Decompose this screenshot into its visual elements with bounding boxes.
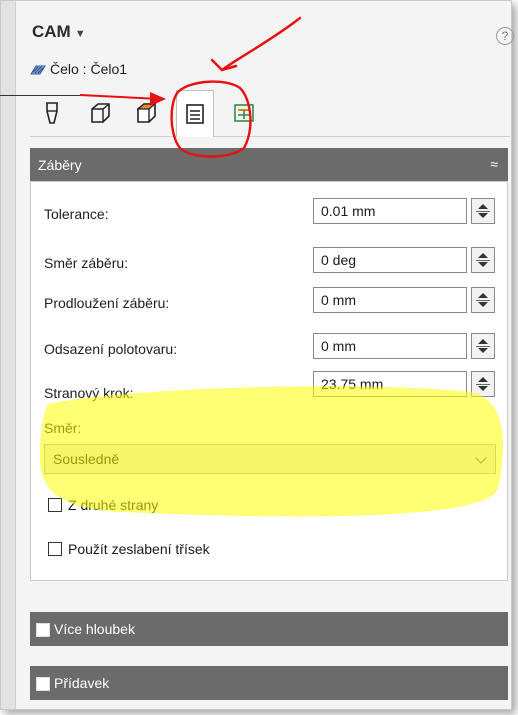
section-multiple-depths[interactable]: Více hloubek [30, 612, 508, 646]
cam-menu[interactable]: CAM ▼ [32, 22, 86, 42]
tab-geometry[interactable] [82, 94, 118, 132]
stock-to-leave-checkbox[interactable] [36, 677, 50, 692]
geometry-icon [91, 103, 110, 123]
section-passes-title: Záběry [38, 157, 82, 173]
other-side-option[interactable]: Z druhé strany [48, 496, 158, 514]
pass-extension-stepper[interactable] [471, 287, 495, 313]
heights-icon [136, 103, 157, 123]
section-stock-to-leave-title: Přídavek [36, 675, 110, 692]
collapse-icon[interactable]: ≈ [490, 156, 498, 172]
tab-bar [30, 90, 510, 137]
pass-direction-label: Směr záběru: [44, 255, 129, 271]
stock-offset-input[interactable]: 0 mm [313, 333, 467, 359]
other-side-checkbox[interactable] [48, 498, 62, 512]
other-side-label: Z druhé strany [68, 497, 159, 513]
help-icon[interactable]: ? [496, 27, 514, 45]
multiple-depths-checkbox[interactable] [36, 623, 50, 638]
chip-thinning-option[interactable]: Použít zeslabení třísek [48, 540, 210, 558]
chip-thinning-checkbox[interactable] [48, 542, 62, 556]
stock-offset-stepper[interactable] [471, 333, 495, 359]
tab-tool[interactable] [34, 94, 70, 132]
multiple-depths-label: Více hloubek [54, 621, 135, 637]
panel-left-edge [1, 1, 16, 709]
pass-extension-label: Prodloužení záběru: [44, 295, 170, 311]
tolerance-label: Tolerance: [44, 206, 109, 222]
tool-icon [46, 102, 58, 124]
passes-icon [186, 104, 204, 124]
chip-thinning-label: Použít zeslabení třísek [68, 541, 210, 557]
section-passes-header[interactable]: Záběry ≈ [30, 148, 508, 182]
linking-icon [234, 104, 254, 122]
stock-to-leave-label: Přídavek [54, 675, 110, 691]
facing-operation-icon [30, 65, 46, 75]
stepover-label: Stranový krok: [44, 385, 134, 401]
section-multiple-depths-title: Více hloubek [36, 621, 135, 638]
section-stock-to-leave[interactable]: Přídavek [30, 666, 508, 700]
direction-label: Směr: [44, 420, 82, 436]
caret-down-icon: ▼ [74, 28, 86, 40]
tab-passes[interactable] [176, 90, 214, 137]
tab-linking[interactable] [226, 94, 262, 132]
direction-select-value: Sousledně [53, 451, 120, 467]
tab-heights[interactable] [128, 94, 164, 132]
tolerance-input[interactable]: 0.01 mm [313, 198, 467, 224]
stepover-stepper[interactable] [471, 371, 495, 397]
pass-direction-input[interactable]: 0 deg [313, 247, 467, 273]
cam-title: CAM [32, 22, 71, 41]
stepover-input[interactable]: 23.75 mm [313, 371, 467, 397]
tolerance-stepper[interactable] [471, 198, 495, 224]
operation-breadcrumb: Čelo : Čelo1 [30, 61, 127, 77]
pass-direction-stepper[interactable] [471, 247, 495, 273]
operation-name: Čelo : Čelo1 [50, 61, 128, 77]
stock-offset-label: Odsazení polotovaru: [44, 341, 178, 357]
pass-extension-input[interactable]: 0 mm [313, 287, 467, 313]
direction-select[interactable]: Sousledně [44, 444, 496, 474]
chevron-down-icon [475, 452, 487, 464]
